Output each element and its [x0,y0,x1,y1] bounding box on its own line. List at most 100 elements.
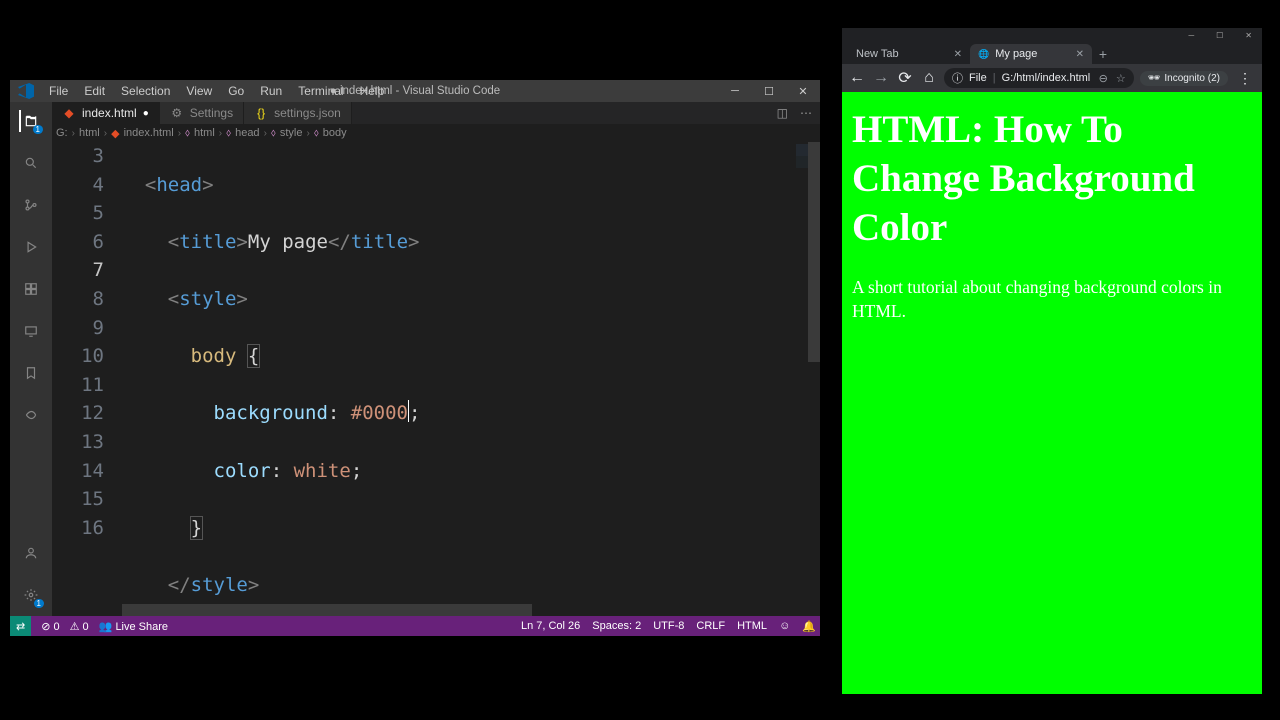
encoding[interactable]: UTF-8 [653,620,684,632]
settings-icon[interactable]: 1 [20,584,42,606]
url-scheme-label: File [969,72,987,84]
remote-icon[interactable] [20,320,42,342]
minimize-button[interactable]: ─ [718,80,752,102]
breadcrumb-item[interactable]: html [79,127,100,139]
new-tab-button[interactable]: + [1092,46,1114,64]
reload-button[interactable]: ⟳ [896,68,914,88]
bookmark-star-icon[interactable]: ☆ [1116,72,1126,85]
language-mode[interactable]: HTML [737,620,767,632]
code-editor[interactable]: 3 4 5 6 7 8 9 10 11 12 13 14 15 16 <head… [52,142,820,616]
tab-label: Settings [190,106,233,120]
maximize-button[interactable]: ☐ [752,80,786,102]
maximize-button[interactable]: ☐ [1216,31,1223,40]
browser-titlebar[interactable]: ─ ☐ ✕ [842,28,1262,42]
page-heading: HTML: How To Change Background Color [852,106,1252,252]
editor-tabs: ◆ index.html ● ⚙ Settings {} settings.js… [52,102,820,124]
live-share-status[interactable]: 👥 Live Share [99,620,168,633]
breadcrumb-item[interactable]: html [194,127,215,139]
browser-tabstrip: New Tab ✕ 🌐 My page ✕ + [842,42,1262,64]
tab-label: settings.json [274,106,341,120]
account-icon[interactable] [20,542,42,564]
breadcrumb-item[interactable]: body [323,127,347,139]
line-number-gutter: 3 4 5 6 7 8 9 10 11 12 13 14 15 16 [52,142,122,600]
feedback-icon[interactable]: ☺ [779,620,790,632]
menu-edit[interactable]: Edit [77,82,112,100]
browser-tab-mypage[interactable]: 🌐 My page ✕ [970,44,1092,64]
notifications-icon[interactable]: 🔔 [802,620,816,633]
breadcrumb-item[interactable]: index.html [124,127,174,139]
page-content: HTML: How To Change Background Color A s… [842,92,1262,694]
menu-help[interactable]: Help [353,82,392,100]
incognito-label: Incognito (2) [1164,73,1220,84]
breadcrumb-item[interactable]: style [280,127,303,139]
activity-bar: 1 [10,102,52,616]
menu-go[interactable]: Go [221,82,251,100]
source-control-icon[interactable] [20,194,42,216]
vertical-scrollbar[interactable] [808,142,820,600]
address-bar[interactable]: ⓘ File | G:/html/index.html ⊖ ☆ [944,68,1134,88]
menu-selection[interactable]: Selection [114,82,177,100]
settings-badge: 1 [34,599,44,608]
incognito-indicator[interactable]: 🕶 Incognito (2) [1140,71,1228,86]
search-icon[interactable] [20,152,42,174]
status-bar: ⇄ ⊘ 0 ⚠ 0 👥 Live Share Ln 7, Col 26 Spac… [10,616,820,636]
browser-tab-newtab[interactable]: New Tab ✕ [848,44,970,64]
code-content[interactable]: <head> <title>My page</title> <style> bo… [122,142,802,600]
debug-icon[interactable] [20,236,42,258]
forward-button[interactable]: → [872,69,890,87]
browser-window: ─ ☐ ✕ New Tab ✕ 🌐 My page ✕ + ← → ⟳ ⌂ ⓘ … [842,28,1262,694]
breadcrumb-item[interactable]: head [235,127,259,139]
problems-warnings[interactable]: ⚠ 0 [70,620,89,633]
menubar: File Edit Selection View Go Run Terminal… [42,82,391,100]
explorer-icon[interactable]: 1 [19,110,41,132]
eol[interactable]: CRLF [696,620,725,632]
minimize-button[interactable]: ─ [1188,31,1194,40]
breadcrumb[interactable]: G: › html› ◆index.html› ⬨html› ⬨head› ⬨s… [52,124,820,142]
url-separator: | [993,72,996,84]
site-info-icon[interactable]: ⓘ [952,70,963,86]
close-tab-icon[interactable]: ✕ [1076,49,1084,60]
back-button[interactable]: ← [848,69,866,87]
cursor-position[interactable]: Ln 7, Col 26 [521,620,580,632]
json-file-icon: {} [254,106,268,120]
tab-index-html[interactable]: ◆ index.html ● [52,102,160,124]
browser-toolbar: ← → ⟳ ⌂ ⓘ File | G:/html/index.html ⊖ ☆ … [842,64,1262,92]
explorer-badge: 1 [33,125,43,134]
indentation[interactable]: Spaces: 2 [592,620,641,632]
tab-settings-ui[interactable]: ⚙ Settings [160,102,244,124]
html-file-icon: ◆ [62,106,76,120]
close-button[interactable]: ✕ [1245,31,1252,40]
globe-icon: 🌐 [978,49,989,60]
url-text: G:/html/index.html [1002,72,1091,84]
horizontal-scrollbar[interactable] [122,604,806,616]
tab-settings-json[interactable]: {} settings.json [244,102,352,124]
close-button[interactable]: ✕ [786,80,820,102]
tab-label: index.html [82,106,137,120]
close-tab-icon[interactable]: ✕ [954,49,962,60]
menu-view[interactable]: View [179,82,219,100]
breadcrumb-item[interactable]: G: [56,127,68,139]
split-editor-icon[interactable]: ◫ [777,106,788,120]
search-in-page-icon[interactable]: ⊖ [1099,72,1108,85]
menu-file[interactable]: File [42,82,75,100]
tab-label: New Tab [856,48,899,60]
tab-label: My page [995,48,1037,60]
remote-indicator[interactable]: ⇄ [10,616,31,636]
vscode-titlebar[interactable]: File Edit Selection View Go Run Terminal… [10,80,820,102]
menu-run[interactable]: Run [253,82,289,100]
menu-terminal[interactable]: Terminal [291,82,350,100]
home-button[interactable]: ⌂ [920,69,938,87]
vscode-window: File Edit Selection View Go Run Terminal… [10,80,820,636]
extensions-icon[interactable] [20,278,42,300]
live-share-icon[interactable] [20,404,42,426]
incognito-icon: 🕶 [1148,73,1161,84]
page-paragraph: A short tutorial about changing backgrou… [852,276,1252,323]
dirty-indicator-icon: ● [143,108,149,119]
window-controls: ─ ☐ ✕ [718,80,820,102]
gear-icon: ⚙ [170,106,184,120]
vscode-logo-icon [18,83,34,99]
more-actions-icon[interactable]: ⋯ [800,106,812,120]
bookmark-icon[interactable] [20,362,42,384]
browser-menu-button[interactable]: ⋮ [1234,70,1256,87]
problems-errors[interactable]: ⊘ 0 [41,620,59,633]
